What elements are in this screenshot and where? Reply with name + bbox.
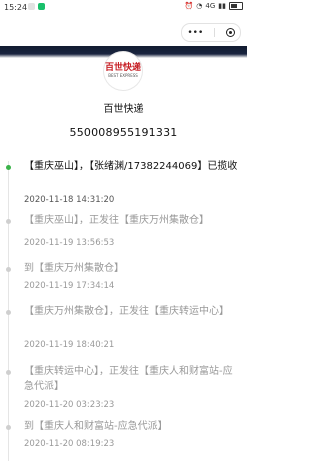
more-button[interactable]: ••• (187, 28, 203, 38)
timeline-time: 2020-11-20 08:19:23 (24, 439, 115, 449)
battery-icon (229, 2, 243, 10)
status-bar: 15:24 ⏰ ◔ 4G ▮▮ (0, 0, 247, 16)
message-icon (28, 3, 35, 10)
close-icon[interactable] (225, 28, 235, 37)
timeline-time: 2020-11-19 18:40:21 (24, 340, 115, 350)
status-right: ⏰ ◔ 4G ▮▮ (185, 2, 243, 10)
timeline-text: 到【重庆万州集散仓】 (24, 263, 124, 274)
wechat-icon (38, 3, 45, 10)
timeline-dot (6, 310, 11, 315)
timeline-dot (6, 219, 11, 224)
signal-icon: ▮▮ (218, 2, 226, 10)
logo-sub: BEST EXPRESS (108, 73, 138, 78)
company-logo: 百世快递 BEST EXPRESS (104, 52, 142, 90)
timeline-dot (6, 370, 11, 375)
timeline-text: 【重庆转运中心】，正发往【重庆人和财富站-应急代派】 (24, 366, 233, 392)
waybill-number[interactable]: 550008955191331 (0, 126, 247, 139)
status-time: 15:24 (4, 3, 28, 12)
capsule-menu[interactable]: ••• (181, 23, 241, 42)
timeline-text: 【重庆万州集散仓】，正发往【重庆转运中心】 (24, 306, 229, 317)
alarm-icon: ⏰ (184, 2, 194, 10)
company-name: 百世快递 (103, 104, 144, 115)
timeline-dot-active (6, 165, 11, 170)
timeline-text: 【重庆巫山】，【张绪渊/17382244069】已揽收 (24, 161, 238, 172)
timeline-text: 到【重庆人和财富站-应急代派】 (24, 421, 168, 432)
wifi-icon: ◔ (196, 2, 203, 10)
timeline-time: 2020-11-20 03:23:23 (24, 400, 115, 410)
timeline-text: 【重庆巫山】，正发往【重庆万州集散仓】 (24, 215, 209, 226)
timeline-dot (6, 267, 11, 272)
network-label: 4G (205, 2, 216, 10)
timeline-time: 2020-11-19 13:56:53 (24, 238, 115, 248)
timeline-time: 2020-11-18 14:31:20 (24, 195, 115, 205)
timeline-time: 2020-11-19 17:34:14 (24, 281, 115, 291)
logo-mark: 百世快递 (104, 63, 141, 73)
capsule-divider (213, 28, 215, 37)
nav-bar: ••• (0, 16, 247, 47)
timeline-dot (6, 425, 11, 430)
